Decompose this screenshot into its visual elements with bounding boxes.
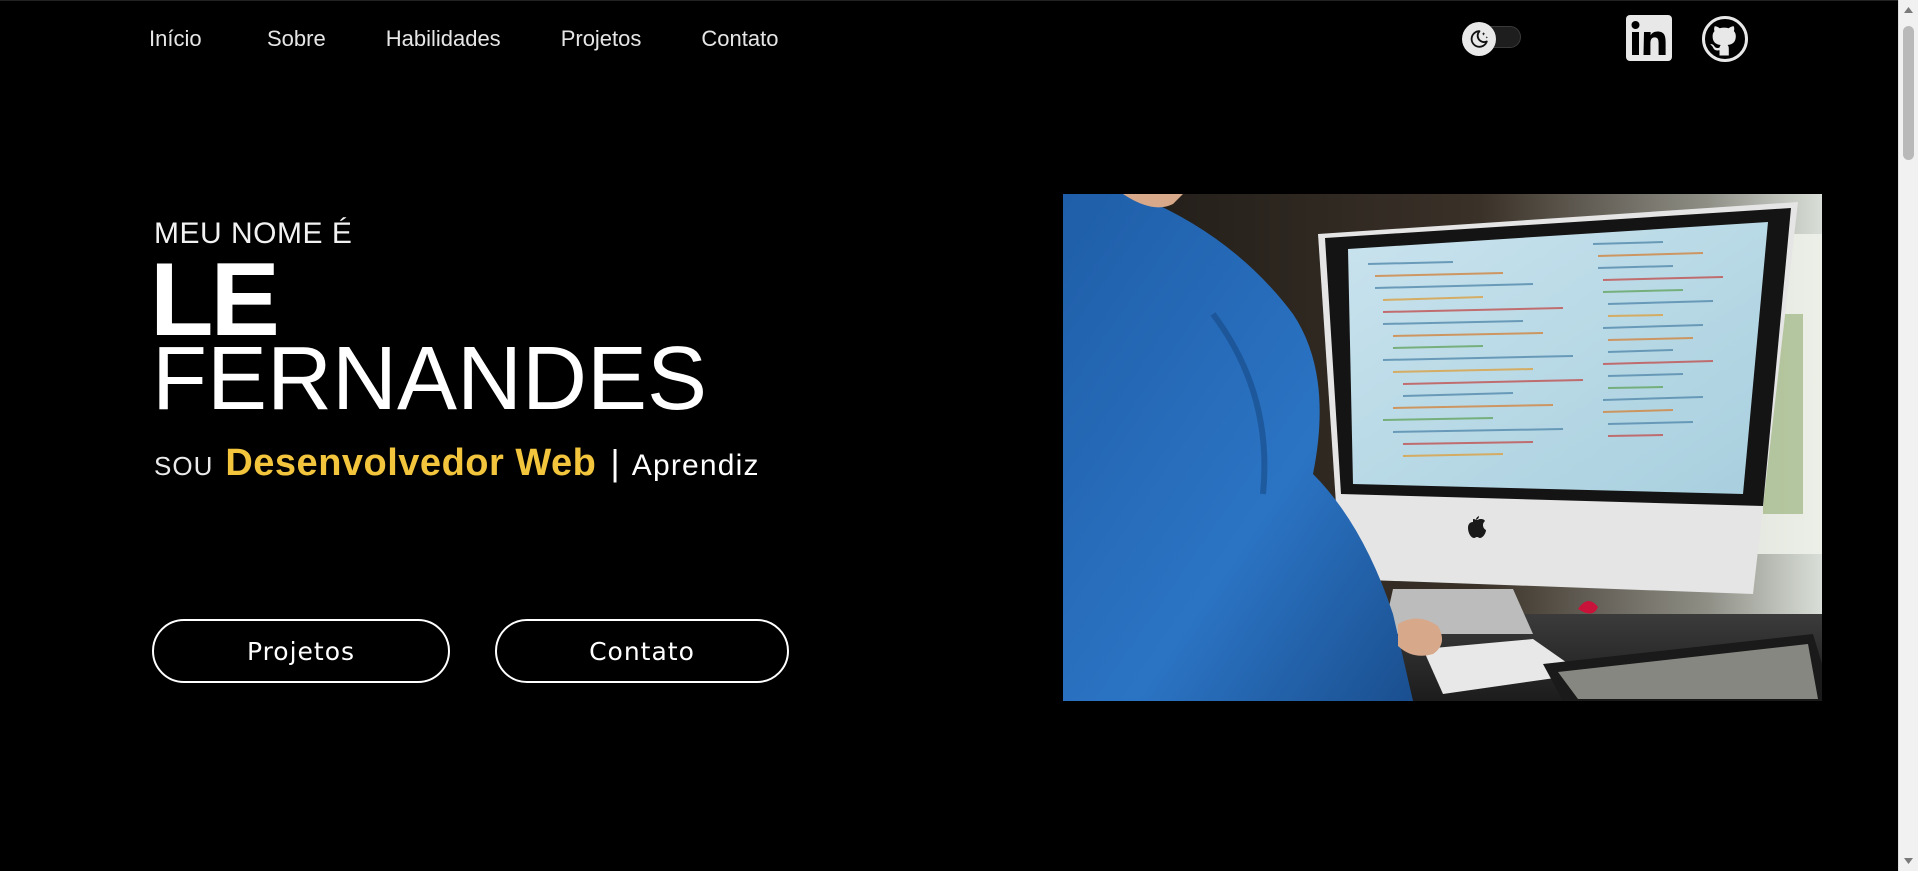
- nav-item-sobre[interactable]: Sobre: [267, 24, 326, 54]
- hero-role-line: SOU Desenvolvedor Web | Aprendiz: [154, 442, 760, 492]
- theme-toggle[interactable]: [1462, 22, 1522, 56]
- projects-button[interactable]: Projetos: [152, 619, 450, 683]
- hero-last-name: FERNANDES: [152, 329, 708, 429]
- linkedin-icon: [1626, 15, 1672, 61]
- linkedin-link[interactable]: [1626, 15, 1672, 61]
- vertical-scrollbar[interactable]: [1898, 0, 1918, 871]
- main-nav: Início Sobre Habilidades Projetos Contat…: [149, 24, 778, 54]
- nav-item-projetos[interactable]: Projetos: [561, 24, 642, 54]
- toggle-knob: [1462, 22, 1496, 56]
- github-icon: [1702, 16, 1748, 62]
- role-main: Desenvolvedor Web: [225, 442, 597, 484]
- github-link[interactable]: [1701, 15, 1749, 63]
- contact-button[interactable]: Contato: [495, 619, 789, 683]
- scroll-down-arrow-icon[interactable]: [1899, 853, 1918, 869]
- moon-stars-icon: [1470, 30, 1488, 48]
- portfolio-page: Início Sobre Habilidades Projetos Contat…: [0, 0, 1918, 871]
- scrollbar-thumb[interactable]: [1903, 26, 1914, 160]
- nav-item-habilidades[interactable]: Habilidades: [386, 24, 501, 54]
- nav-item-inicio[interactable]: Início: [149, 24, 207, 54]
- hero-photo-illustration: [1063, 194, 1822, 701]
- role-prefix: SOU: [154, 451, 214, 481]
- nav-item-contato[interactable]: Contato: [701, 24, 778, 54]
- top-divider: [0, 0, 1898, 1]
- role-alt: Aprendiz: [631, 449, 760, 482]
- role-separator: |: [610, 442, 620, 483]
- scroll-up-arrow-icon[interactable]: [1899, 2, 1918, 18]
- developer-at-imac-photo: [1063, 194, 1822, 701]
